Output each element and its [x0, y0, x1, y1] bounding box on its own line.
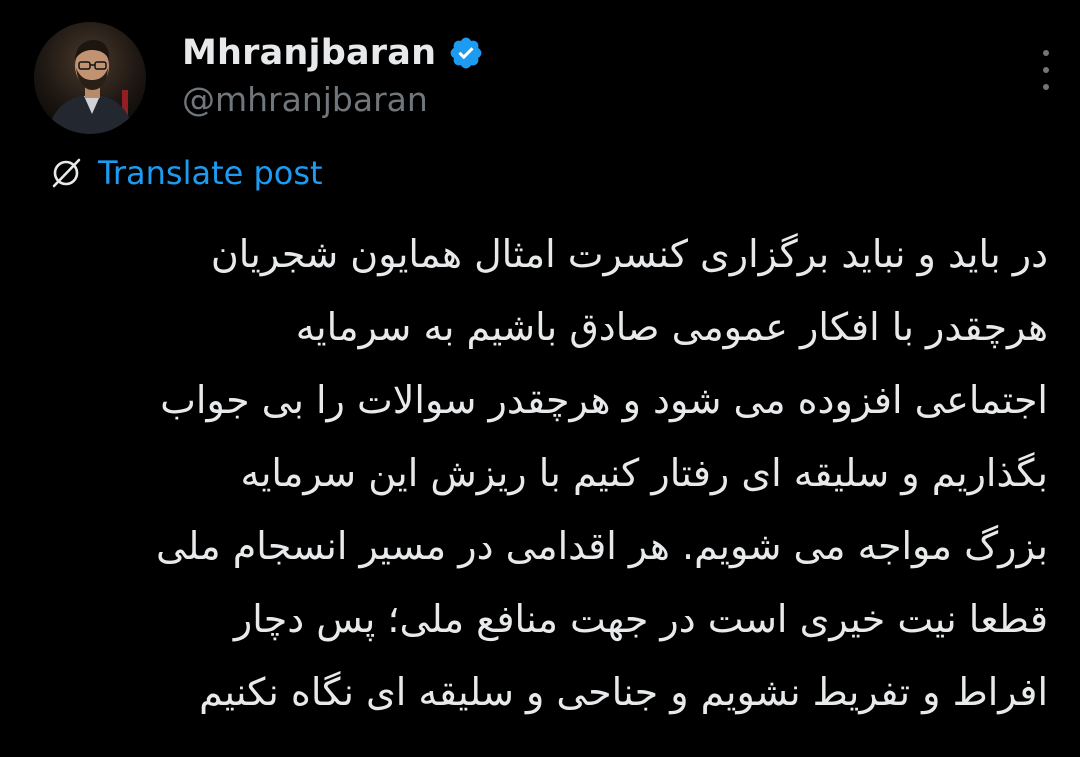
display-name[interactable]: Mhranjbaran — [182, 33, 436, 73]
post-text-line: هرچقدر با افکار عمومی صادق باشیم به سرما… — [295, 305, 1048, 349]
name-row: Mhranjbaran — [182, 30, 484, 76]
translate-globe-icon — [48, 155, 84, 191]
post-text-line: بزرگ مواجه می شویم. هر اقدامی در مسیر ان… — [156, 524, 1048, 568]
post-text-line: قطعا نیت خیری است در جهت منافع ملی؛ پس د… — [233, 597, 1048, 641]
translate-post-button[interactable]: Translate post — [48, 152, 323, 194]
more-options-button[interactable] — [1036, 50, 1056, 90]
verified-badge-icon[interactable] — [448, 35, 484, 71]
post-text-line: بگذاریم و سلیقه ای رفتار کنیم با ریزش ای… — [240, 451, 1048, 495]
post-header: Mhranjbaran @mhranjbaran — [34, 22, 1049, 134]
user-handle[interactable]: @mhranjbaran — [182, 80, 428, 119]
avatar[interactable] — [34, 22, 146, 134]
post-text-line: در باید و نباید برگزاری کنسرت امثال همای… — [210, 232, 1048, 276]
avatar-photo — [34, 22, 146, 134]
post-text-line: افراط و تفریط نشویم و جناحی و سلیقه ای ن… — [199, 670, 1048, 714]
translate-post-label: Translate post — [98, 154, 323, 192]
more-vertical-icon — [1043, 50, 1049, 56]
post-text: در باید و نباید برگزاری کنسرت امثال همای… — [30, 218, 1048, 729]
post-text-line: اجتماعی افزوده می شود و هرچقدر سوالات را… — [160, 378, 1048, 422]
